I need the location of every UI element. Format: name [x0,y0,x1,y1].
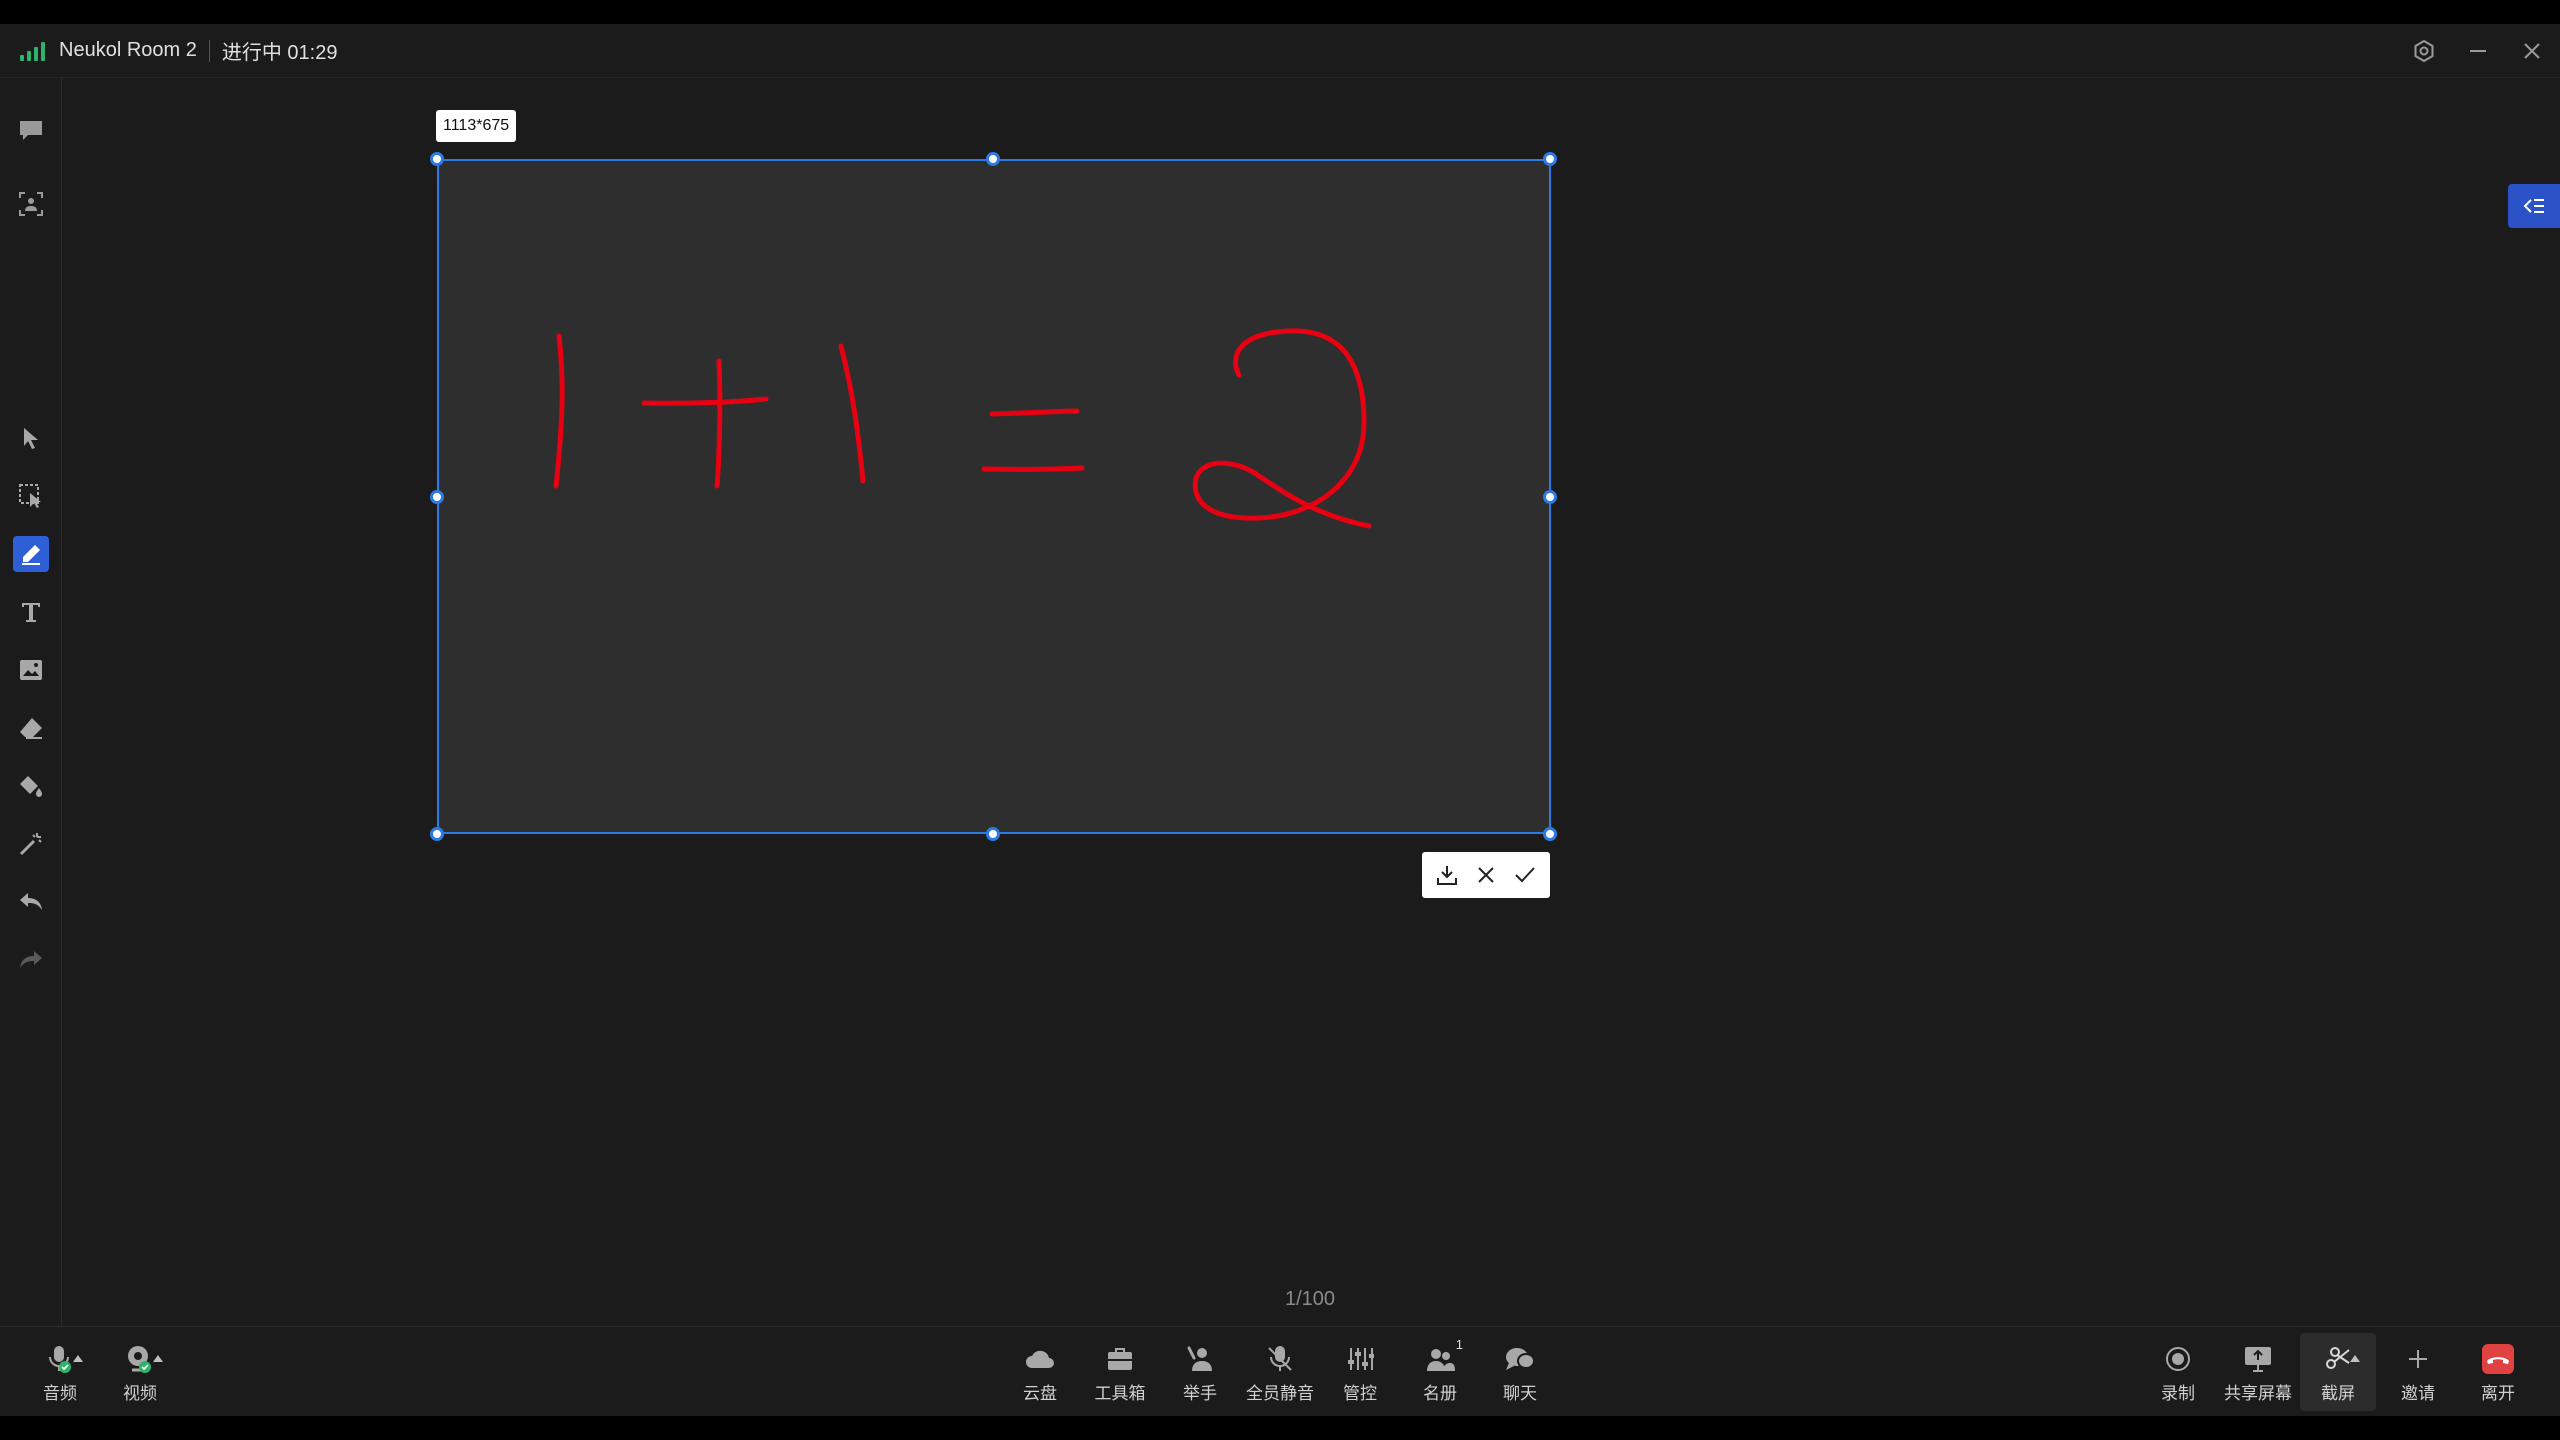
roster-button[interactable]: 1 名册 [1402,1333,1478,1411]
controls-button[interactable]: 管控 [1322,1333,1398,1411]
title-separator [208,39,210,62]
plus-icon [2406,1341,2430,1377]
signal-strength-icon [20,41,45,61]
resize-handle-left[interactable] [430,490,444,504]
screen-capture-icon[interactable] [13,186,49,222]
share-screen-button[interactable]: 共享屏幕 [2220,1333,2296,1411]
raise-hand-icon [1186,1341,1214,1377]
screenshot-label: 截屏 [2321,1383,2355,1403]
roster-icon: 1 [1425,1337,1463,1377]
toolbox-label: 工具箱 [1094,1383,1146,1403]
record-icon [2164,1341,2192,1377]
microphone-icon [45,1341,75,1377]
paint-bucket-icon[interactable] [13,768,49,804]
text-icon[interactable] [13,594,49,630]
bottom-strip [0,1416,2560,1440]
room-name: Neukol Room 2 [59,39,197,61]
settings-icon[interactable] [2410,37,2438,65]
expand-panel-icon[interactable] [2508,184,2560,228]
invite-label: 邀请 [2401,1383,2435,1403]
chat-bubble-icon[interactable] [13,112,49,148]
scissors-icon [2324,1341,2352,1377]
download-icon[interactable] [1431,859,1463,891]
resize-handle-bottom-left[interactable] [430,827,444,841]
controls-label: 管控 [1343,1383,1377,1403]
pointer-icon[interactable] [13,420,49,456]
redo-icon[interactable] [13,942,49,978]
raise-hand-button[interactable]: 举手 [1162,1333,1238,1411]
resize-handle-top-left[interactable] [430,152,444,166]
leave-button[interactable]: 离开 [2460,1333,2536,1411]
share-screen-icon [2243,1341,2273,1377]
video-label: 视频 [123,1383,157,1403]
eraser-icon[interactable] [13,710,49,746]
pen-icon[interactable] [13,536,49,572]
resize-handle-bottom[interactable] [986,827,1000,841]
check-icon[interactable] [1509,859,1541,891]
handwriting-drawing [553,328,1372,529]
raise-hand-label: 举手 [1183,1383,1217,1403]
toolbox-button[interactable]: 工具箱 [1082,1333,1158,1411]
minimize-icon[interactable] [2464,37,2492,65]
undo-icon[interactable] [13,884,49,920]
audio-label: 音频 [43,1383,77,1403]
video-button[interactable]: 视频 [102,1333,178,1411]
roster-count-badge: 1 [1455,1336,1463,1352]
top-strip [0,0,2560,24]
mute-all-button[interactable]: 全员静音 [1242,1333,1318,1411]
roster-label: 名册 [1423,1383,1457,1403]
image-icon[interactable] [13,652,49,688]
cloud-drive-label: 云盘 [1023,1383,1057,1403]
page-indicator: 1/100 [1284,1288,1336,1310]
chat-label: 聊天 [1503,1383,1537,1403]
record-button[interactable]: 录制 [2140,1333,2216,1411]
bottom-toolbar: 音频 视频 云盘 工具箱 举手 全员静音 管控 1 名册 聊天 录制 共享屏幕 … [0,1326,2560,1416]
record-label: 录制 [2161,1383,2195,1403]
mute-all-label: 全员静音 [1246,1383,1314,1403]
screenshot-button[interactable]: 截屏 [2300,1333,2376,1411]
screenshot-options-caret[interactable] [2350,1355,2360,1362]
close-window-icon[interactable] [2518,37,2546,65]
resize-handle-top[interactable] [986,152,1000,166]
meeting-status: 进行中 01:29 [221,42,338,64]
hang-up-icon [2481,1341,2515,1377]
capture-selection[interactable] [437,159,1551,834]
chat-button[interactable]: 聊天 [1482,1333,1558,1411]
resize-handle-bottom-right[interactable] [1543,827,1557,841]
selection-size-label: 1113*675 [436,110,517,142]
title-bar: Neukol Room 2 进行中 01:29 [0,24,2560,78]
share-screen-label: 共享屏幕 [2224,1383,2292,1403]
capture-actions [1422,852,1550,898]
cloud-drive-button[interactable]: 云盘 [1002,1333,1078,1411]
whiteboard-toolbar [0,78,62,1326]
chat-icon [1504,1341,1536,1377]
laser-pointer-icon[interactable] [13,826,49,862]
leave-label: 离开 [2481,1383,2515,1403]
select-area-icon[interactable] [13,478,49,514]
invite-button[interactable]: 邀请 [2380,1333,2456,1411]
resize-handle-top-right[interactable] [1543,152,1557,166]
camera-icon [125,1341,155,1377]
audio-button[interactable]: 音频 [22,1333,98,1411]
controls-icon [1346,1341,1374,1377]
mute-all-icon [1265,1341,1295,1377]
close-icon[interactable] [1470,859,1502,891]
audio-options-caret[interactable] [73,1355,83,1362]
resize-handle-right[interactable] [1543,490,1557,504]
cloud-icon [1024,1341,1056,1377]
toolbox-icon [1106,1341,1134,1377]
video-options-caret[interactable] [153,1355,163,1362]
